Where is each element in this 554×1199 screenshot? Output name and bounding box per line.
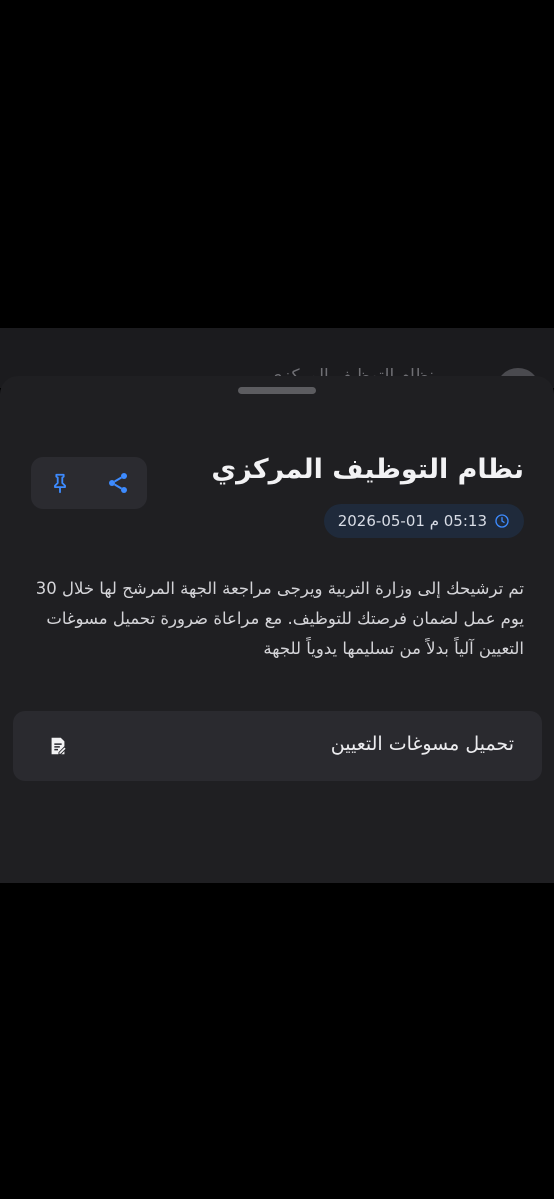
date-text: 05:13 م 01-05-2026	[337, 512, 487, 530]
sheet-title: نظام التوظيف المركزي	[211, 454, 524, 485]
action-buttons	[31, 457, 147, 509]
message-body: تم ترشيحك إلى وزارة التربية ويرجى مراجعة…	[35, 579, 524, 658]
bottom-sheet: نظام التوظيف المركزي 05:13 م 01-05-2026 …	[0, 376, 554, 883]
pin-button[interactable]	[31, 457, 89, 509]
share-button[interactable]	[89, 457, 147, 509]
clock-icon	[495, 514, 509, 528]
share-icon	[109, 473, 127, 493]
date-chip: 05:13 م 01-05-2026	[323, 504, 524, 538]
drag-handle[interactable]	[238, 387, 316, 394]
document-edit-icon	[51, 737, 67, 755]
attachment-label: تحميل مسوغات التعيين	[330, 733, 514, 755]
screen: نظام التوظيف المركزي نظام التوظيف المركز…	[0, 0, 554, 1199]
download-documents-button[interactable]: تحميل مسوغات التعيين	[13, 711, 542, 781]
pin-icon	[54, 473, 66, 494]
